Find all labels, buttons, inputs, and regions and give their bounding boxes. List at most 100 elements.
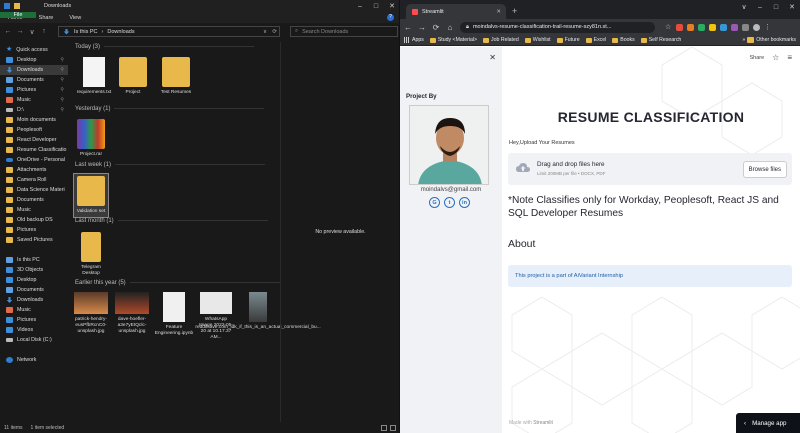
folder-validation-set[interactable]: Validation set: [73, 173, 109, 218]
group-header-today[interactable]: Today (3): [75, 44, 254, 50]
sidebar-item[interactable]: Downloads ⚲: [0, 65, 68, 75]
breadcrumb-downloads[interactable]: Downloads: [107, 29, 134, 35]
bookmark-wishlist[interactable]: Wishlist: [524, 37, 551, 43]
sidebar-item[interactable]: Pictures: [0, 315, 68, 325]
extensions-puzzle-icon[interactable]: [742, 23, 749, 31]
sidebar-item[interactable]: Music ⚲: [0, 95, 68, 105]
folder-test-resumes[interactable]: Test Resumes: [158, 57, 194, 96]
streamlit-link[interactable]: Streamlit: [533, 420, 553, 426]
file-reddit-video[interactable]: redditsave.com_idk_if_this_is_an_actual_…: [195, 292, 321, 331]
close-button[interactable]: ✕: [784, 0, 800, 14]
profile-icon[interactable]: [753, 23, 760, 31]
twitter-icon[interactable]: t: [444, 197, 455, 208]
browse-files-button[interactable]: Browse files: [742, 161, 787, 178]
maximize-button[interactable]: □: [368, 0, 384, 12]
sidebar-item[interactable]: Saved Pictures: [0, 235, 68, 245]
linkedin-icon[interactable]: in: [459, 197, 470, 208]
address-bar[interactable]: 🔒︎ moindalvs-resume-classification-trail…: [460, 21, 655, 33]
chevron-down-icon[interactable]: ∨: [263, 29, 267, 35]
close-sidebar-button[interactable]: ✕: [489, 53, 496, 62]
hamburger-menu-icon[interactable]: ≡: [787, 53, 792, 62]
menu-icon[interactable]: ⋮: [764, 24, 771, 31]
github-icon[interactable]: G: [429, 197, 440, 208]
bookmark-future[interactable]: Future: [556, 37, 580, 43]
folder-telegram-desktop[interactable]: Telegram Desktop: [73, 232, 109, 277]
sidebar-item[interactable]: Documents: [0, 195, 68, 205]
new-tab-button[interactable]: +: [512, 6, 517, 16]
tab-streamlit[interactable]: Streamlit ✕: [406, 4, 506, 19]
address-bar[interactable]: Is this PC › Downloads ∨ ⟳: [58, 26, 280, 37]
sidebar-item[interactable]: 3D Objects: [0, 265, 68, 275]
bookmark-excel[interactable]: Excel: [585, 37, 606, 43]
sidebar-item[interactable]: Music: [0, 205, 68, 215]
extension-icon[interactable]: [709, 23, 716, 31]
sidebar-item[interactable]: Desktop ⚲: [0, 55, 68, 65]
sidebar-item[interactable]: Network: [0, 355, 68, 365]
close-tab-icon[interactable]: ✕: [496, 9, 501, 15]
share-button[interactable]: Share: [749, 55, 764, 61]
large-icons-view-icon[interactable]: [390, 424, 396, 431]
maximize-button[interactable]: □: [768, 0, 784, 14]
file-dave-jpg[interactable]: dave-hoefler-a3e7yEtQclc-unsplash.jpg: [114, 292, 150, 335]
sidebar-item[interactable]: Local Disk (C:): [0, 335, 68, 345]
group-header-earlier[interactable]: Earlier this year (5): [75, 280, 280, 286]
sidebar-item[interactable]: Desktop: [0, 275, 68, 285]
extension-icon[interactable]: [720, 23, 727, 31]
more-bookmarks-button[interactable]: »: [742, 37, 745, 43]
sidebar-item[interactable]: Old backup DS: [0, 215, 68, 225]
star-icon[interactable]: ☆: [772, 53, 779, 62]
extension-icon[interactable]: [676, 23, 683, 31]
quick-access-toolbar-icon[interactable]: [4, 3, 10, 9]
bookmark-star-icon[interactable]: ☆: [665, 24, 672, 31]
tab-search-button[interactable]: ∨: [736, 0, 752, 14]
sidebar-item[interactable]: Data Science Materi: [0, 185, 68, 195]
refresh-icon[interactable]: ⟳: [272, 29, 277, 35]
reload-button[interactable]: ⟳: [432, 23, 440, 32]
bookmark-study[interactable]: Study <Material>: [429, 37, 477, 43]
minimize-button[interactable]: –: [752, 0, 768, 14]
other-bookmarks[interactable]: Other bookmarks: [756, 37, 796, 43]
bookmark-books[interactable]: Books: [612, 37, 635, 43]
sidebar-item[interactable]: React Developer: [0, 135, 68, 145]
sidebar-item[interactable]: Music: [0, 305, 68, 315]
bookmark-apps[interactable]: Apps: [404, 37, 424, 43]
file-project-rar[interactable]: Project.rar: [73, 119, 109, 158]
sidebar-item[interactable]: Moin documents: [0, 115, 68, 125]
help-icon[interactable]: ?: [387, 14, 394, 21]
sidebar-item[interactable]: Is this PC: [0, 255, 68, 265]
tab-file[interactable]: File: [0, 12, 36, 18]
sidebar-item[interactable]: Downloads: [0, 295, 68, 305]
sidebar-item[interactable]: D:\ ⚲: [0, 105, 68, 115]
back-button[interactable]: ←: [4, 28, 12, 35]
sidebar-item[interactable]: Videos: [0, 325, 68, 335]
back-button[interactable]: ←: [404, 23, 412, 32]
file-feature-ipynb[interactable]: Feature Engineering.ipynb: [155, 292, 193, 337]
breadcrumb-pc[interactable]: Is this PC: [74, 29, 98, 35]
file-requirements[interactable]: requirements.txt: [76, 57, 112, 96]
extension-icon[interactable]: [731, 23, 738, 31]
bookmark-self-research[interactable]: Self Research: [640, 37, 681, 43]
file-patrick-jpg[interactable]: patrick-hendry-eusPfbRcnC0-unsplash.jpg: [73, 292, 109, 335]
sidebar-item[interactable]: ★ Quick access: [0, 45, 68, 55]
file-whatsapp-image[interactable]: WhatsApp Image 2022-05-20 at 10.17.37 AM…: [198, 292, 234, 341]
sidebar-item[interactable]: Documents ⚲: [0, 75, 68, 85]
sidebar-item[interactable]: Resume Classificatio: [0, 145, 68, 155]
extension-icon[interactable]: [687, 23, 694, 31]
recent-locations-button[interactable]: ∨: [28, 28, 36, 36]
sidebar-item[interactable]: Documents: [0, 285, 68, 295]
author-email[interactable]: moindalvs@gmail.com: [400, 187, 502, 193]
group-header-yesterday[interactable]: Yesterday (1): [75, 106, 264, 112]
forward-button[interactable]: →: [16, 28, 24, 35]
group-header-last-week[interactable]: Last week (1): [75, 162, 265, 168]
forward-button[interactable]: →: [418, 23, 426, 32]
search-input[interactable]: ⌕ Search Downloads: [290, 26, 398, 37]
minimize-button[interactable]: –: [352, 0, 368, 12]
extension-icon[interactable]: [698, 23, 705, 31]
sidebar-item[interactable]: Attachments: [0, 165, 68, 175]
sidebar-item[interactable]: OneDrive - Personal: [0, 155, 68, 165]
up-button[interactable]: ↑: [40, 28, 48, 35]
folder-project[interactable]: Project: [115, 57, 151, 96]
close-button[interactable]: ✕: [384, 0, 400, 12]
group-header-last-month[interactable]: Last month (1): [75, 218, 268, 224]
file-uploader-dropzone[interactable]: Drag and drop files here Limit 200MB per…: [508, 153, 792, 185]
